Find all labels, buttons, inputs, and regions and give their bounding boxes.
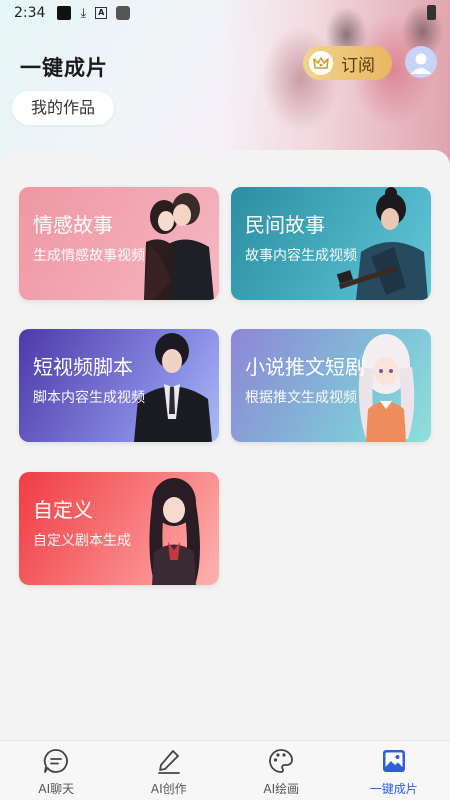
image-icon bbox=[380, 747, 408, 775]
nav-one-click-video[interactable]: 一键成片 bbox=[338, 741, 450, 800]
font-app-icon: A bbox=[95, 7, 108, 19]
swordsman-illustration bbox=[336, 187, 428, 300]
nav-label: AI创作 bbox=[150, 782, 187, 796]
nav-ai-create[interactable]: AI创作 bbox=[113, 741, 226, 800]
card-custom[interactable]: 自定义 自定义剧本生成 bbox=[19, 472, 219, 585]
card-subtitle: 自定义剧本生成 bbox=[33, 533, 131, 549]
card-title: 情感故事 bbox=[33, 213, 113, 237]
bottom-navigation: AI聊天 AI创作 AI绘画 一键成片 bbox=[0, 740, 450, 800]
nav-label: AI绘画 bbox=[263, 782, 300, 796]
card-title: 民间故事 bbox=[245, 213, 325, 237]
status-bar: 2:34 ⤓ A bbox=[0, 0, 450, 26]
nav-label: AI聊天 bbox=[38, 782, 75, 796]
page-title: 一键成片 bbox=[20, 56, 108, 80]
subscribe-label: 订阅 bbox=[341, 55, 375, 76]
pencil-icon bbox=[155, 747, 183, 775]
anime-girl-illustration bbox=[358, 334, 415, 442]
card-subtitle: 脚本内容生成视频 bbox=[33, 390, 145, 406]
student-girl-illustration bbox=[149, 478, 200, 585]
crown-icon bbox=[309, 51, 333, 75]
notification-app-icon bbox=[57, 6, 72, 20]
chat-bubble-icon bbox=[42, 747, 70, 775]
card-novel-drama[interactable]: 小说推文短剧 根据推文生成视频 bbox=[231, 329, 431, 442]
nav-ai-paint[interactable]: AI绘画 bbox=[225, 741, 338, 800]
businessman-illustration bbox=[134, 333, 212, 442]
my-works-button[interactable]: 我的作品 bbox=[12, 91, 114, 125]
user-avatar[interactable] bbox=[405, 46, 437, 78]
card-title: 自定义 bbox=[33, 498, 93, 522]
status-time: 2:34 bbox=[14, 5, 46, 21]
nav-label: 一键成片 bbox=[369, 782, 418, 796]
card-folk-story[interactable]: 民间故事 故事内容生成视频 bbox=[231, 187, 431, 300]
palette-icon bbox=[267, 747, 295, 775]
card-subtitle: 故事内容生成视频 bbox=[245, 248, 357, 264]
battery-icon bbox=[427, 5, 436, 20]
card-title: 短视频脚本 bbox=[33, 355, 133, 379]
card-title: 小说推文短剧 bbox=[245, 355, 365, 379]
subscribe-button[interactable]: 订阅 bbox=[303, 46, 392, 80]
nav-ai-chat[interactable]: AI聊天 bbox=[0, 741, 113, 800]
user-icon bbox=[411, 53, 431, 74]
card-short-video-script[interactable]: 短视频脚本 脚本内容生成视频 bbox=[19, 329, 219, 442]
card-emotional-story[interactable]: 情感故事 生成情感故事视频 bbox=[19, 187, 219, 300]
app-notification-icon bbox=[116, 6, 131, 20]
couple-illustration bbox=[144, 193, 214, 300]
header-banner bbox=[0, 0, 450, 175]
download-icon: ⤓ bbox=[80, 5, 87, 21]
card-subtitle: 生成情感故事视频 bbox=[33, 248, 145, 264]
header-illustration bbox=[220, 0, 450, 175]
card-subtitle: 根据推文生成视频 bbox=[245, 390, 357, 406]
